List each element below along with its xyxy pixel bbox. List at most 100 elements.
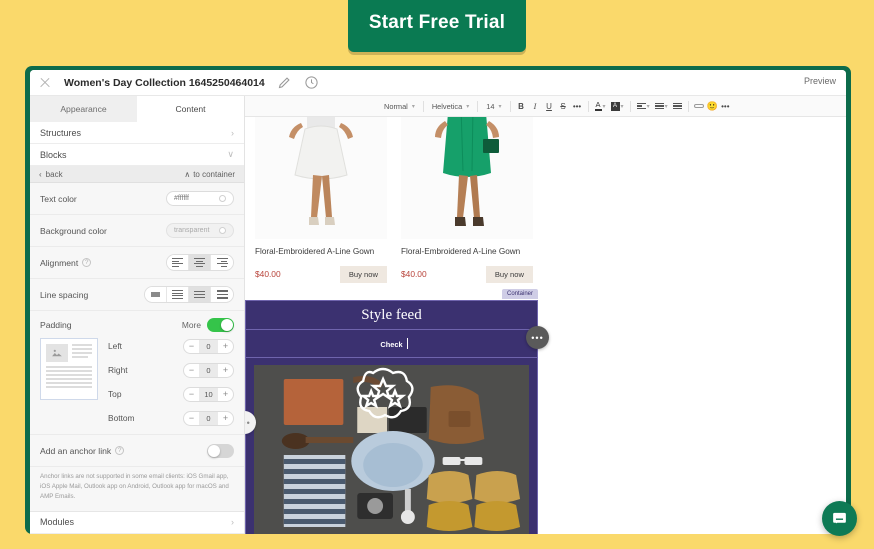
padding-top-value[interactable]: 10: [199, 387, 218, 401]
divider: [587, 100, 589, 112]
link-icon: [694, 104, 705, 108]
increment-button[interactable]: +: [218, 364, 233, 377]
link-button[interactable]: [693, 99, 706, 113]
list-button[interactable]: ▾: [653, 101, 670, 110]
chevron-left-icon: ‹: [39, 169, 42, 179]
strikethrough-button[interactable]: S: [557, 99, 570, 113]
tab-content[interactable]: Content: [137, 96, 244, 122]
font-size-select[interactable]: 14 ▾: [482, 99, 505, 113]
more-text-options-button[interactable]: •••: [571, 99, 584, 113]
anchor-link-toggle[interactable]: [207, 443, 234, 458]
padding-left-value[interactable]: 0: [199, 339, 218, 353]
style-feed-subtitle-wrap: Check: [246, 330, 537, 358]
align-right-button[interactable]: [211, 255, 233, 270]
divider: [509, 100, 511, 112]
alignment-label-text: Alignment: [40, 257, 79, 268]
app-window-frame: Women's Day Collection 1645250464014 Pre…: [25, 66, 851, 534]
spacing-wide-button[interactable]: [211, 287, 233, 302]
promo-banner: Start Free Trial: [0, 0, 874, 70]
close-icon[interactable]: [38, 76, 52, 90]
chevron-down-icon: ▾: [664, 103, 668, 110]
back-bar[interactable]: ‹ back ∧ to container: [30, 166, 244, 183]
align-icon: [636, 101, 646, 110]
background-color-value: transparent: [174, 227, 210, 234]
pencil-icon[interactable]: [277, 75, 292, 90]
sidebar-item-structures[interactable]: Structures ›: [30, 122, 244, 144]
indent-button[interactable]: [671, 99, 684, 113]
background-color-row: Background color transparent: [30, 215, 244, 247]
preview-button[interactable]: Preview: [804, 76, 836, 86]
italic-button[interactable]: I: [529, 99, 542, 113]
text-color-value: #ffffff: [174, 195, 189, 202]
emoji-button[interactable]: 🙂: [707, 101, 718, 112]
background-color-label: Background color: [40, 225, 107, 236]
align-left-button[interactable]: [167, 255, 189, 270]
toolbar-overflow-button[interactable]: •••: [719, 99, 732, 113]
block-options-button[interactable]: •••: [526, 326, 549, 349]
increment-button[interactable]: +: [218, 340, 233, 353]
decrement-button[interactable]: −: [184, 364, 199, 377]
help-icon[interactable]: ?: [82, 258, 92, 267]
style-feed-container[interactable]: Container Style feed Check ••• •: [245, 289, 549, 534]
bullet-list-icon: [654, 101, 664, 110]
to-container-link[interactable]: ∧ to container: [184, 170, 235, 179]
padding-bottom-value[interactable]: 0: [199, 411, 218, 425]
chevron-up-icon: ∧: [184, 169, 191, 179]
clock-icon[interactable]: [304, 75, 319, 90]
highlight-color-button[interactable]: A ▾: [609, 101, 626, 111]
chevron-right-icon: ›: [231, 517, 234, 528]
sidebar-item-modules[interactable]: Modules ›: [30, 511, 244, 534]
bold-button[interactable]: B: [515, 99, 528, 113]
padding-left-label: Left: [108, 341, 122, 351]
chevron-down-icon: ▾: [498, 103, 502, 110]
spacing-normal-button[interactable]: [189, 287, 211, 302]
alignment-row: Alignment ?: [30, 247, 244, 279]
spacing-single-button[interactable]: [145, 287, 167, 302]
text-color-button[interactable]: A ▾: [593, 101, 608, 111]
increment-button[interactable]: +: [218, 412, 233, 425]
text-color-letter-icon: A: [594, 100, 602, 111]
page-title: Women's Day Collection 1645250464014: [64, 76, 265, 89]
chevron-down-icon: ▾: [466, 103, 470, 110]
padding-right-value[interactable]: 0: [199, 363, 218, 377]
align-button[interactable]: ▾: [635, 101, 652, 110]
color-swatch-icon[interactable]: [219, 195, 226, 202]
padding-label: Padding: [40, 320, 72, 330]
font-family-value: Helvetica: [431, 101, 463, 111]
start-free-trial-button[interactable]: Start Free Trial: [348, 0, 526, 52]
spacing-compact-button[interactable]: [167, 287, 189, 302]
background-color-input[interactable]: transparent: [166, 223, 234, 238]
divider: [477, 100, 479, 112]
sidebar-item-blocks[interactable]: Blocks ∨: [30, 144, 244, 166]
underline-button[interactable]: U: [543, 99, 556, 113]
anchor-link-label-text: Add an anchor link: [40, 445, 112, 456]
align-center-button[interactable]: [189, 255, 211, 270]
text-color-input[interactable]: #ffffff: [166, 191, 234, 206]
padding-more-toggle[interactable]: [207, 318, 234, 332]
font-size-value: 14: [486, 101, 495, 111]
divider: [422, 100, 424, 112]
product-card[interactable]: Floral-Embroidered A-Line Gown $40.00 Bu…: [255, 117, 387, 283]
product-image: [401, 117, 533, 239]
chevron-down-icon: ▾: [411, 103, 415, 110]
style-feed-subtitle[interactable]: Check: [380, 338, 408, 349]
back-label: back: [45, 169, 63, 179]
style-feed-title[interactable]: Style feed: [246, 301, 537, 330]
product-card[interactable]: Floral-Embroidered A-Line Gown $40.00 Bu…: [401, 117, 533, 283]
font-family-select[interactable]: Helvetica ▾: [428, 99, 473, 113]
blocks-label: Blocks: [40, 149, 67, 160]
chat-widget-button[interactable]: [822, 501, 857, 536]
decrement-button[interactable]: −: [184, 388, 199, 401]
paragraph-style-select[interactable]: Normal ▾: [380, 99, 419, 113]
decrement-button[interactable]: −: [184, 340, 199, 353]
app-window: Women's Day Collection 1645250464014 Pre…: [30, 70, 846, 534]
chevron-down-icon: ∨: [227, 149, 234, 159]
tab-appearance[interactable]: Appearance: [30, 96, 137, 122]
text-color-row: Text color #ffffff: [30, 183, 244, 215]
buy-now-button[interactable]: Buy now: [485, 265, 533, 283]
increment-button[interactable]: +: [218, 388, 233, 401]
decrement-button[interactable]: −: [184, 412, 199, 425]
color-swatch-icon[interactable]: [219, 227, 226, 234]
buy-now-button[interactable]: Buy now: [339, 265, 387, 283]
help-icon[interactable]: ?: [115, 446, 125, 455]
